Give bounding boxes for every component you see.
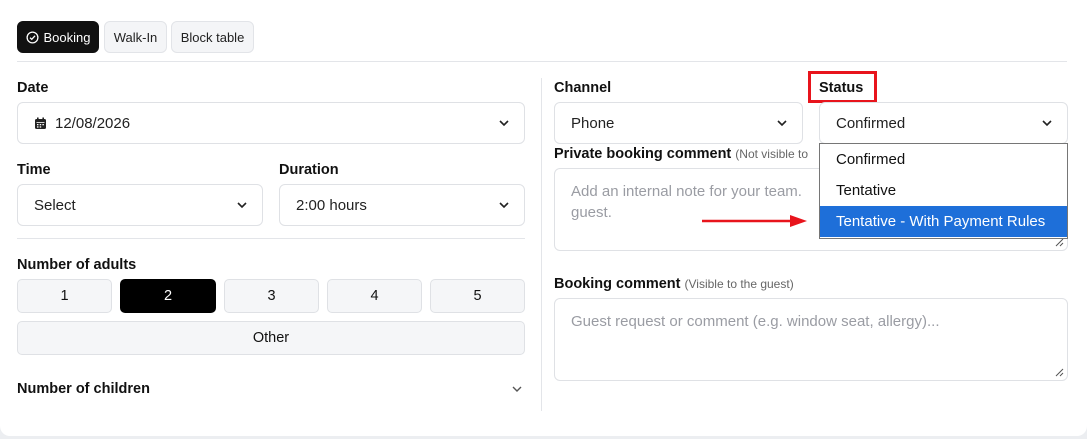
booking-comment-label: Booking comment (Visible to the guest)	[554, 276, 794, 292]
adults-option-1[interactable]: 1	[17, 279, 112, 313]
status-annotation-box	[808, 71, 877, 103]
status-value: Confirmed	[836, 114, 906, 132]
status-dropdown-menu: Confirmed Tentative Tentative - With Pay…	[819, 143, 1068, 239]
check-circle-icon	[25, 30, 39, 44]
tab-walk-in[interactable]: Walk-In	[104, 21, 167, 53]
booking-comment-placeholder: Guest request or comment (e.g. window se…	[571, 313, 940, 330]
date-label: Date	[17, 80, 49, 96]
channel-value: Phone	[571, 114, 615, 132]
adults-option-5[interactable]: 5	[430, 279, 525, 313]
status-option-confirmed[interactable]: Confirmed	[820, 144, 1067, 175]
tab-booking[interactable]: Booking	[17, 21, 99, 53]
date-picker[interactable]: 12/08/2026	[17, 102, 525, 144]
booking-comment-note: (Visible to the guest)	[684, 277, 794, 291]
duration-select[interactable]: 2:00 hours	[279, 184, 525, 226]
tab-block-table-label: Block table	[180, 29, 245, 45]
adults-option-2[interactable]: 2	[120, 279, 216, 313]
adults-label: Number of adults	[17, 257, 137, 273]
children-label[interactable]: Number of children	[17, 381, 150, 397]
resize-handle-icon[interactable]	[1055, 238, 1064, 247]
status-select[interactable]: Confirmed	[819, 102, 1068, 144]
duration-label: Duration	[279, 162, 339, 178]
time-label: Time	[17, 162, 51, 178]
channel-label: Channel	[554, 80, 612, 96]
tab-booking-label: Booking	[43, 29, 91, 45]
tabs-divider	[17, 61, 1067, 62]
adults-option-other[interactable]: Other	[17, 321, 525, 355]
chevron-down-icon	[237, 202, 247, 209]
column-divider	[541, 78, 542, 411]
booking-comment-input[interactable]: Guest request or comment (e.g. window se…	[554, 298, 1068, 381]
booking-comment-title: Booking comment	[554, 276, 681, 292]
section-divider	[17, 238, 525, 239]
calendar-icon	[35, 117, 46, 129]
time-value: Select	[34, 196, 76, 214]
booking-form-panel: Booking Walk-In Block table Date 12/08/2…	[0, 0, 1087, 436]
channel-select[interactable]: Phone	[554, 102, 803, 144]
private-comment-note: (Not visible to	[735, 147, 808, 161]
date-value: 12/08/2026	[55, 114, 131, 132]
chevron-down-icon[interactable]	[511, 383, 523, 395]
chevron-down-icon	[499, 202, 509, 209]
time-select[interactable]: Select	[17, 184, 263, 226]
chevron-down-icon	[1042, 120, 1052, 127]
status-option-tentative[interactable]: Tentative	[820, 175, 1067, 206]
chevron-down-icon	[777, 120, 787, 127]
tab-block-table[interactable]: Block table	[171, 21, 254, 53]
adults-option-3[interactable]: 3	[224, 279, 319, 313]
private-comment-title: Private booking comment	[554, 146, 732, 162]
annotation-arrow-icon	[702, 215, 807, 227]
adults-option-4[interactable]: 4	[327, 279, 422, 313]
tab-walk-in-label: Walk-In	[113, 29, 158, 45]
private-comment-label: Private booking comment (Not visible to	[554, 146, 819, 162]
resize-handle-icon[interactable]	[1055, 368, 1064, 377]
chevron-down-icon	[499, 120, 509, 127]
duration-value: 2:00 hours	[296, 196, 367, 214]
status-option-tentative-payment-rules[interactable]: Tentative - With Payment Rules	[820, 206, 1067, 237]
